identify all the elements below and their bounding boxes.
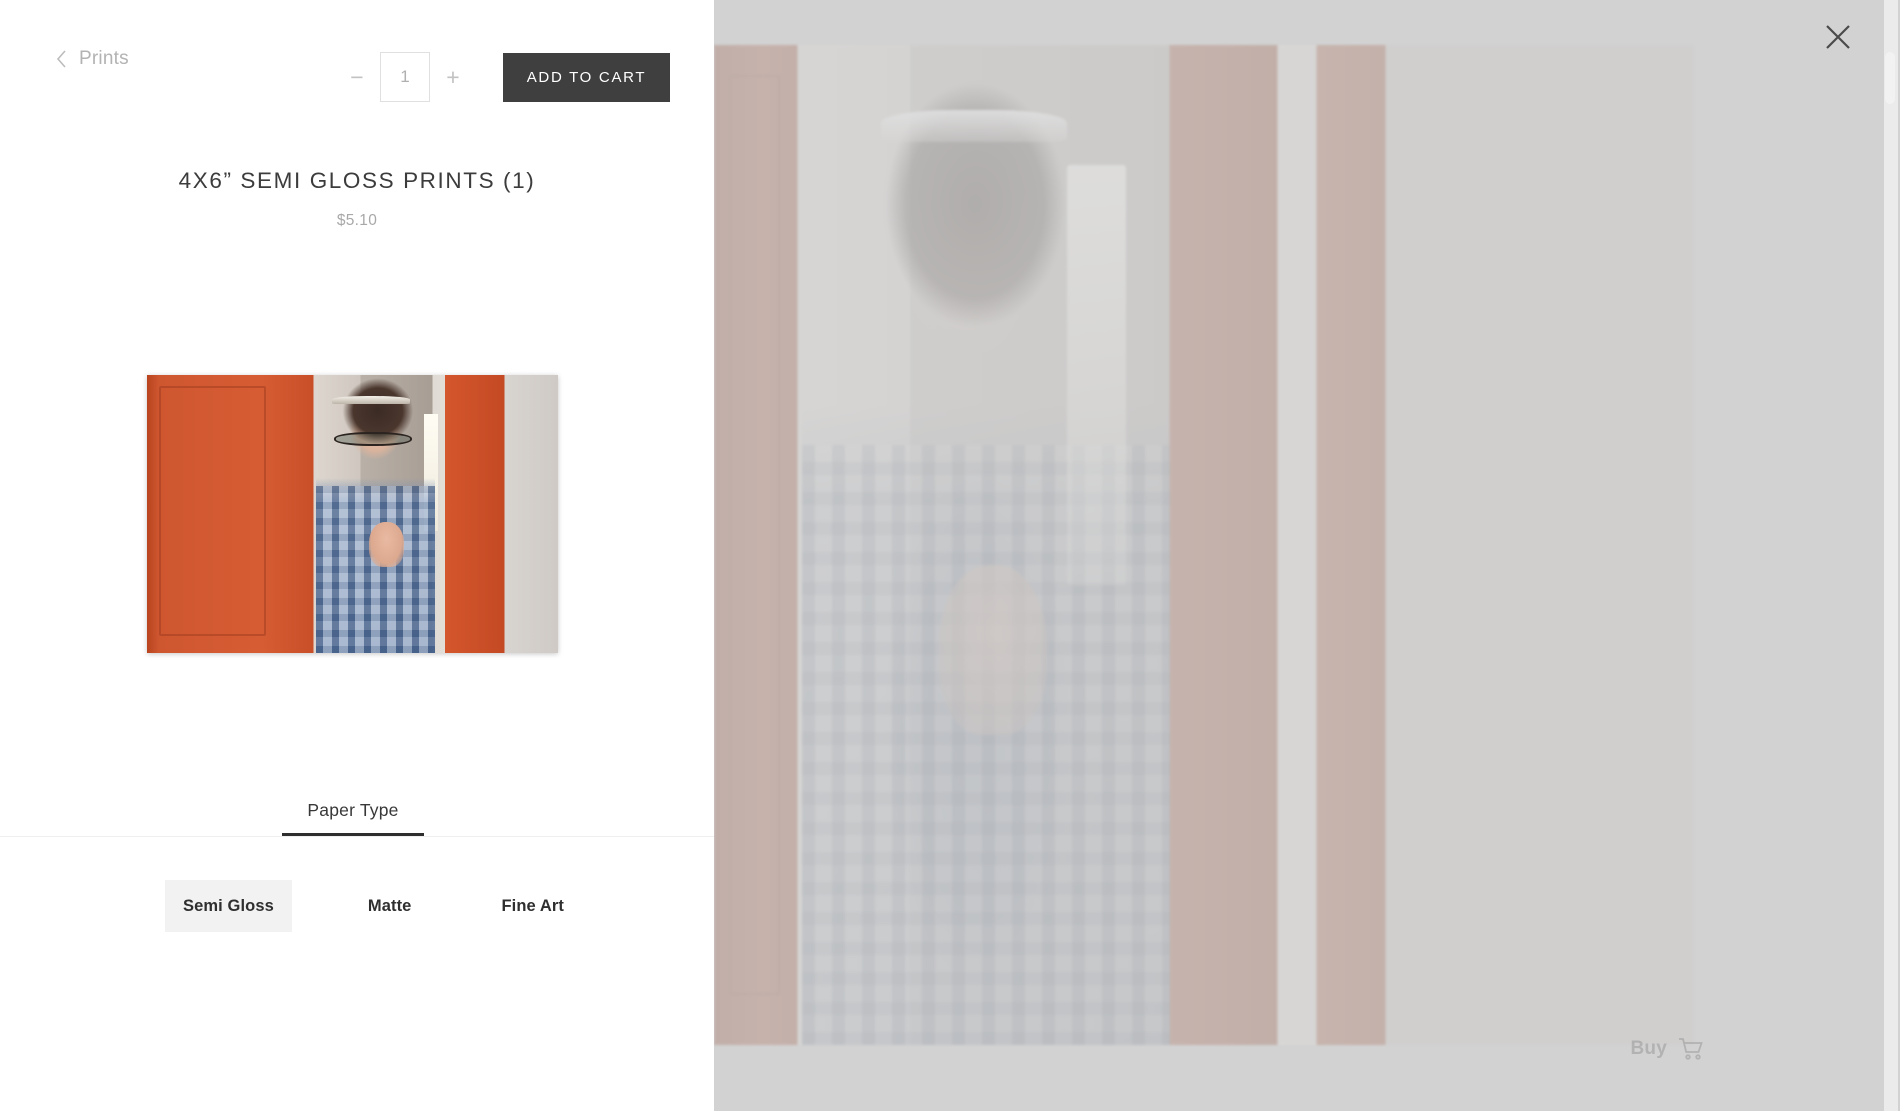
product-config-panel: Prints − + ADD TO CART 4X6” SEMI GLOSS P… — [0, 0, 714, 1111]
buy-badge-label: Buy — [1630, 1038, 1667, 1059]
thumbnail-hand — [368, 522, 404, 567]
background-hand — [939, 565, 1048, 735]
quantity-decrement-button[interactable]: − — [340, 60, 374, 94]
scrollbar-track[interactable] — [1884, 0, 1898, 1111]
back-link-label: Prints — [79, 48, 129, 69]
thumbnail-tiara — [331, 395, 411, 404]
background-photo-scene — [714, 45, 1694, 1045]
background-door-panel — [728, 75, 780, 995]
chevron-left-icon — [56, 50, 67, 68]
tab-divider — [0, 836, 714, 837]
background-preview-image — [714, 45, 1694, 1045]
app-root: Buy Prints − 1 + ADD TO CART 4X6” SEMI G… — [0, 0, 1900, 1111]
thumbnail-door-panel — [159, 386, 267, 637]
quantity-input[interactable] — [380, 52, 430, 102]
scrollbar-thumb[interactable] — [1885, 52, 1895, 104]
thumbnail-glasses — [334, 431, 413, 447]
cart-controls: − + ADD TO CART — [340, 52, 670, 102]
buy-badge[interactable]: Buy — [1631, 1037, 1705, 1061]
option-fine-art[interactable]: Fine Art — [483, 880, 582, 932]
product-title: 4X6” SEMI GLOSS PRINTS (1) — [178, 168, 536, 193]
back-to-prints-link[interactable]: Prints — [56, 48, 129, 70]
option-matte[interactable]: Matte — [350, 880, 430, 932]
shopping-cart-icon — [1678, 1037, 1704, 1061]
quantity-increment-button[interactable]: + — [436, 60, 470, 94]
product-thumbnail[interactable] — [147, 375, 558, 653]
background-doorway-light — [1066, 165, 1126, 585]
paper-type-options: Semi Gloss Matte Fine Art — [165, 880, 582, 932]
background-tiara — [880, 110, 1067, 142]
close-icon — [1823, 22, 1853, 52]
product-price: $5.10 — [336, 212, 378, 229]
add-to-cart-button[interactable]: ADD TO CART — [503, 52, 670, 102]
option-semi-gloss[interactable]: Semi Gloss — [165, 880, 292, 932]
close-button[interactable] — [1816, 15, 1860, 59]
thumbnail-plaid-shirt — [315, 486, 435, 653]
thumbnail-photo — [147, 375, 558, 653]
